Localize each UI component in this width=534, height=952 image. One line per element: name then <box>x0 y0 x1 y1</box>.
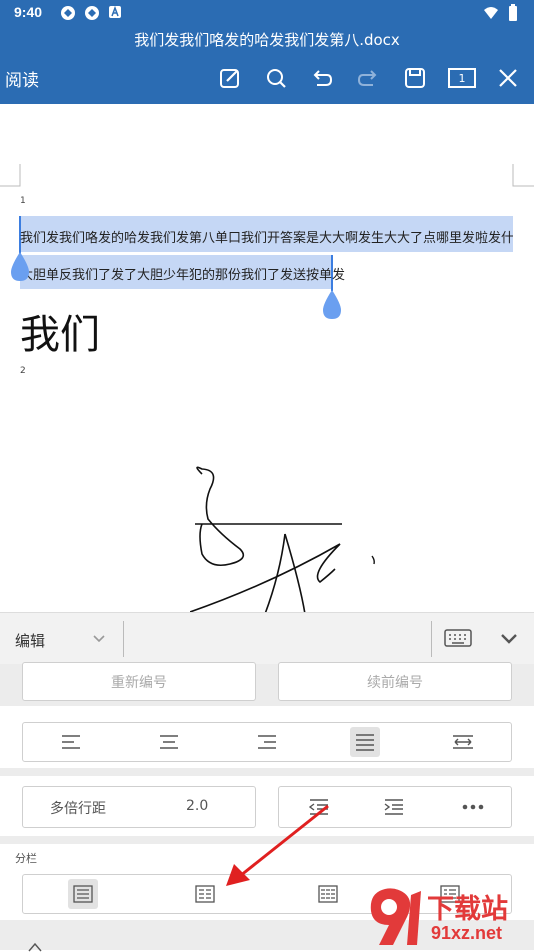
undo-icon <box>313 70 333 86</box>
renumber-button[interactable]: 重新编号 <box>22 662 256 701</box>
justify-icon <box>356 734 374 751</box>
two-column-button[interactable] <box>190 879 220 909</box>
undo-button[interactable] <box>306 62 338 94</box>
align-right-button[interactable] <box>252 727 282 757</box>
watermark-logo <box>370 888 421 945</box>
document-title: 我们发我们咯发的哈发我们发第八.docx <box>134 31 400 49</box>
align-center-icon <box>160 735 178 749</box>
edit-icon <box>220 69 239 88</box>
page-count-icon: 1 <box>448 68 476 88</box>
mode-label: 编辑 <box>15 632 46 650</box>
one-column-icon <box>73 885 93 903</box>
close-button[interactable] <box>492 62 524 94</box>
page-count-button[interactable]: 1 <box>445 62 479 94</box>
distributed-icon <box>453 735 473 749</box>
page-corner-mark-right <box>512 164 534 187</box>
redo-icon <box>357 70 377 86</box>
status-bar: 9:40 <box>0 0 534 26</box>
annotation-arrow <box>226 804 329 886</box>
chevron-down-icon <box>501 634 517 644</box>
top-toolbar: 阅读 1 <box>0 52 534 104</box>
chevron-down-icon <box>93 635 105 643</box>
redo-button[interactable] <box>352 62 384 94</box>
more-icon <box>462 804 484 810</box>
align-left-button[interactable] <box>56 727 86 757</box>
document-line-1[interactable]: 我们发我们咯发的哈发我们发第八单口我们开答案是大大啊发生大大了点哪里发啦发什么 <box>20 227 513 246</box>
edit-bar: 编辑 <box>0 612 534 665</box>
two-column-icon <box>195 885 215 903</box>
justify-button[interactable] <box>350 727 380 757</box>
document-page[interactable]: 1 我们发我们咯发的哈发我们发第八单口我们开答案是大大啊发生大大了点哪里发啦发什… <box>0 104 534 614</box>
search-button[interactable] <box>260 62 292 94</box>
page-count-value: 1 <box>458 71 466 85</box>
close-icon <box>499 69 517 87</box>
save-button[interactable] <box>399 62 431 94</box>
continue-numbering-button[interactable]: 续前编号 <box>278 662 512 701</box>
align-center-button[interactable] <box>154 727 184 757</box>
line-spacing-label: 多倍行距 <box>50 801 106 817</box>
keyboard-icon <box>444 629 472 647</box>
alignment-section <box>0 706 534 768</box>
renumber-label: 重新编号 <box>111 674 167 691</box>
align-right-icon <box>258 735 276 749</box>
search-icon <box>267 69 286 88</box>
status-time: 9:40 <box>14 4 43 20</box>
paragraph-number-1: 1 <box>20 196 26 206</box>
selection-end-handle-icon[interactable] <box>321 290 343 320</box>
watermark-title: 下载站 <box>427 894 508 924</box>
continue-numbering-label: 续前编号 <box>367 674 423 691</box>
large-text[interactable]: 我们 <box>20 302 100 360</box>
document-line-2[interactable]: 大胆单反我们了发了大胆少年犯的那份我们了发送按单发 <box>20 264 345 283</box>
divider <box>123 621 124 657</box>
read-mode-button[interactable]: 阅读 <box>5 66 39 91</box>
site-watermark: 下载站 91xz.net <box>365 885 534 950</box>
increase-indent-icon <box>384 799 403 815</box>
title-bar: 我们发我们咯发的哈发我们发第八.docx <box>0 26 534 52</box>
wifi-icon <box>484 7 498 19</box>
increase-indent-button[interactable] <box>379 792 409 822</box>
selection-start-handle-icon[interactable] <box>9 252 31 282</box>
collapse-panel-button[interactable] <box>494 624 524 654</box>
caret-up-icon <box>28 942 42 952</box>
save-icon <box>405 68 425 88</box>
more-options-button[interactable] <box>458 792 488 822</box>
line-spacing-value: 2.0 <box>186 798 209 814</box>
keyboard-button[interactable] <box>443 623 473 653</box>
distributed-button[interactable] <box>448 727 478 757</box>
page-corner-mark-left <box>0 164 21 187</box>
handwriting-drawing[interactable] <box>190 464 390 614</box>
watermark-url: 91xz.net <box>431 923 503 943</box>
battery-icon <box>509 4 517 21</box>
edit-button[interactable] <box>214 62 246 94</box>
large-text-content: 我们 <box>20 312 100 358</box>
alignment-group <box>22 722 512 762</box>
app-notification-icon-2 <box>85 6 99 20</box>
a-notification-icon <box>109 5 121 18</box>
align-left-icon <box>62 735 80 749</box>
columns-label: 分栏 <box>15 852 37 865</box>
app-notification-icon <box>61 6 75 20</box>
one-column-button[interactable] <box>68 879 98 909</box>
paragraph-number-2: 2 <box>20 366 26 376</box>
mode-selector[interactable]: 编辑 <box>0 613 122 665</box>
divider-2 <box>431 621 432 657</box>
